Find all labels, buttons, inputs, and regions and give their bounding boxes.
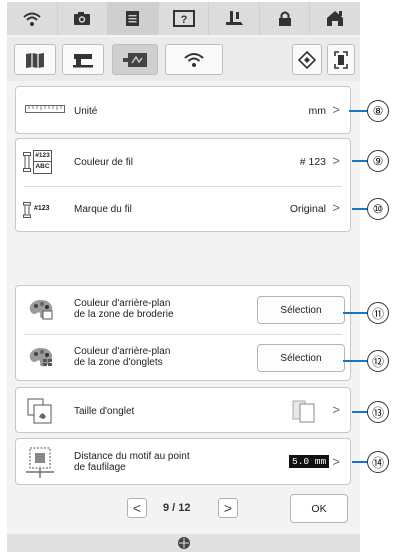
tab-help[interactable]: ? xyxy=(158,2,210,35)
thread-color-code-icon: #123 ABC xyxy=(23,150,52,174)
category-sewing-button[interactable] xyxy=(62,44,104,75)
chevron-right-icon: > xyxy=(332,402,340,417)
document-icon xyxy=(126,11,140,26)
basting-distance-card: Distance du motif au point de faufilage … xyxy=(15,438,351,485)
chevron-right-icon: > xyxy=(332,454,340,469)
category-wireless-button[interactable] xyxy=(165,44,223,75)
tab-bg-label-line2: de la zone d'onglets xyxy=(74,357,163,368)
tab-home[interactable] xyxy=(310,2,361,35)
help-icon: ? xyxy=(172,10,195,27)
home-icon xyxy=(327,11,344,26)
callout-line xyxy=(352,208,367,210)
ok-button[interactable]: OK xyxy=(290,494,348,523)
machine-info-button[interactable] xyxy=(292,44,322,75)
tab-bg-select-button[interactable]: Sélection xyxy=(257,344,345,372)
thread-color-row[interactable]: #123 ABC Couleur de fil # 123 > xyxy=(16,139,350,186)
thread-brand-label: Marque du fil xyxy=(74,204,132,215)
category-general-button[interactable] xyxy=(14,44,56,75)
basting-distance-label-line2: de faufilage xyxy=(74,462,126,473)
chevron-right-icon: > xyxy=(332,153,340,168)
basting-distance-row[interactable]: Distance du motif au point de faufilage … xyxy=(16,439,350,486)
embroidery-bg-label: Couleur d'arrière-plan de la zone de bro… xyxy=(74,298,174,320)
category-embroidery-button[interactable] xyxy=(112,44,158,75)
thread-setting-card: #123 ABC Couleur de fil # 123 > #123 Mar… xyxy=(15,138,351,232)
chevron-right-icon: > xyxy=(332,102,340,117)
page-indicator: 9 / 12 xyxy=(163,502,191,514)
thread-color-value: # 123 xyxy=(299,156,326,168)
tab-bg-label-line1: Couleur d'arrière-plan xyxy=(74,346,171,357)
thread-code-text: #123 xyxy=(34,151,51,162)
basting-frame-icon xyxy=(26,447,54,478)
sewing-machine-icon xyxy=(73,53,93,67)
tab-camera[interactable] xyxy=(57,2,109,35)
wifi-icon xyxy=(23,12,41,26)
callout-line xyxy=(352,411,367,413)
basting-distance-value: 5.0 mm xyxy=(289,455,330,468)
unit-row[interactable]: Unité mm > xyxy=(16,87,350,135)
camera-icon xyxy=(74,12,91,25)
screen-bracket-icon xyxy=(334,50,348,69)
presser-foot-icon xyxy=(226,11,244,25)
wifi-icon xyxy=(184,53,204,67)
thread-color-label: Couleur de fil xyxy=(74,157,133,168)
lock-icon xyxy=(278,11,291,26)
tab-bg-row: Couleur d'arrière-plan de la zone d'ongl… xyxy=(16,334,350,382)
callout-line xyxy=(352,160,367,162)
callout-9: ⑨ xyxy=(367,150,389,172)
screen-display-button[interactable] xyxy=(327,44,355,75)
callout-8: ⑧ xyxy=(367,100,389,122)
callout-line xyxy=(343,312,367,314)
unit-label: Unité xyxy=(74,106,98,117)
footer-bar xyxy=(7,534,360,552)
settings-screen: ? Unité mm > #123 ABC Couleur de fil # 1… xyxy=(7,2,361,552)
chevron-right-icon: > xyxy=(332,200,340,215)
diamond-icon xyxy=(298,50,316,69)
tab-settings[interactable] xyxy=(108,2,159,35)
tab-needle[interactable] xyxy=(209,2,260,35)
embroidery-frame-icon xyxy=(123,52,147,67)
tab-lock[interactable] xyxy=(259,2,311,35)
thread-brand-row[interactable]: #123 Marque du fil Original > xyxy=(16,186,350,233)
unit-value: mm xyxy=(308,105,327,117)
top-tab-bar: ? xyxy=(7,2,361,35)
basting-distance-label-line1: Distance du motif au point xyxy=(74,451,190,462)
callout-line xyxy=(352,461,367,463)
embroidery-bg-label-line1: Couleur d'arrière-plan xyxy=(74,298,171,309)
tab-wireless[interactable] xyxy=(7,2,58,35)
category-toolbar xyxy=(7,37,360,81)
thumbnail-size-icon xyxy=(27,398,52,424)
thread-spool-icon: #123 xyxy=(23,201,55,219)
unit-setting-card: Unité mm > xyxy=(15,86,351,134)
embroidery-bg-row: Couleur d'arrière-plan de la zone de bro… xyxy=(16,286,350,334)
next-page-button[interactable]: > xyxy=(218,498,238,518)
thread-brand-value: Original xyxy=(289,203,326,215)
basting-distance-label: Distance du motif au point de faufilage xyxy=(74,451,190,473)
thread-brand-code-text: #123 xyxy=(34,205,50,212)
callout-line xyxy=(343,360,367,362)
callout-13: ⑬ xyxy=(367,401,389,423)
tab-size-label: Taille d'onglet xyxy=(74,406,135,417)
tab-size-preview-icon xyxy=(292,400,315,423)
previous-page-button[interactable]: < xyxy=(127,498,147,518)
background-color-card: Couleur d'arrière-plan de la zone de bro… xyxy=(15,285,351,381)
book-icon xyxy=(26,52,44,68)
palette-icon xyxy=(29,300,53,320)
svg-text:?: ? xyxy=(180,14,187,26)
embroidery-bg-label-line2: de la zone de broderie xyxy=(74,309,174,320)
callout-10: ⑩ xyxy=(367,198,389,220)
tab-size-card: Taille d'onglet > xyxy=(15,387,351,433)
palette-icon xyxy=(29,348,53,367)
needle-position-icon[interactable] xyxy=(177,536,191,550)
thread-code-sub-text: ABC xyxy=(35,163,50,170)
callout-line xyxy=(349,110,367,112)
embroidery-bg-select-button[interactable]: Sélection xyxy=(257,296,345,324)
tab-bg-label: Couleur d'arrière-plan de la zone d'ongl… xyxy=(74,346,170,368)
tab-size-row[interactable]: Taille d'onglet > xyxy=(16,388,350,434)
callout-11: ⑪ xyxy=(367,302,389,324)
callout-12: ⑫ xyxy=(367,350,389,372)
callout-14: ⑭ xyxy=(367,451,389,473)
ruler-icon xyxy=(25,105,65,113)
